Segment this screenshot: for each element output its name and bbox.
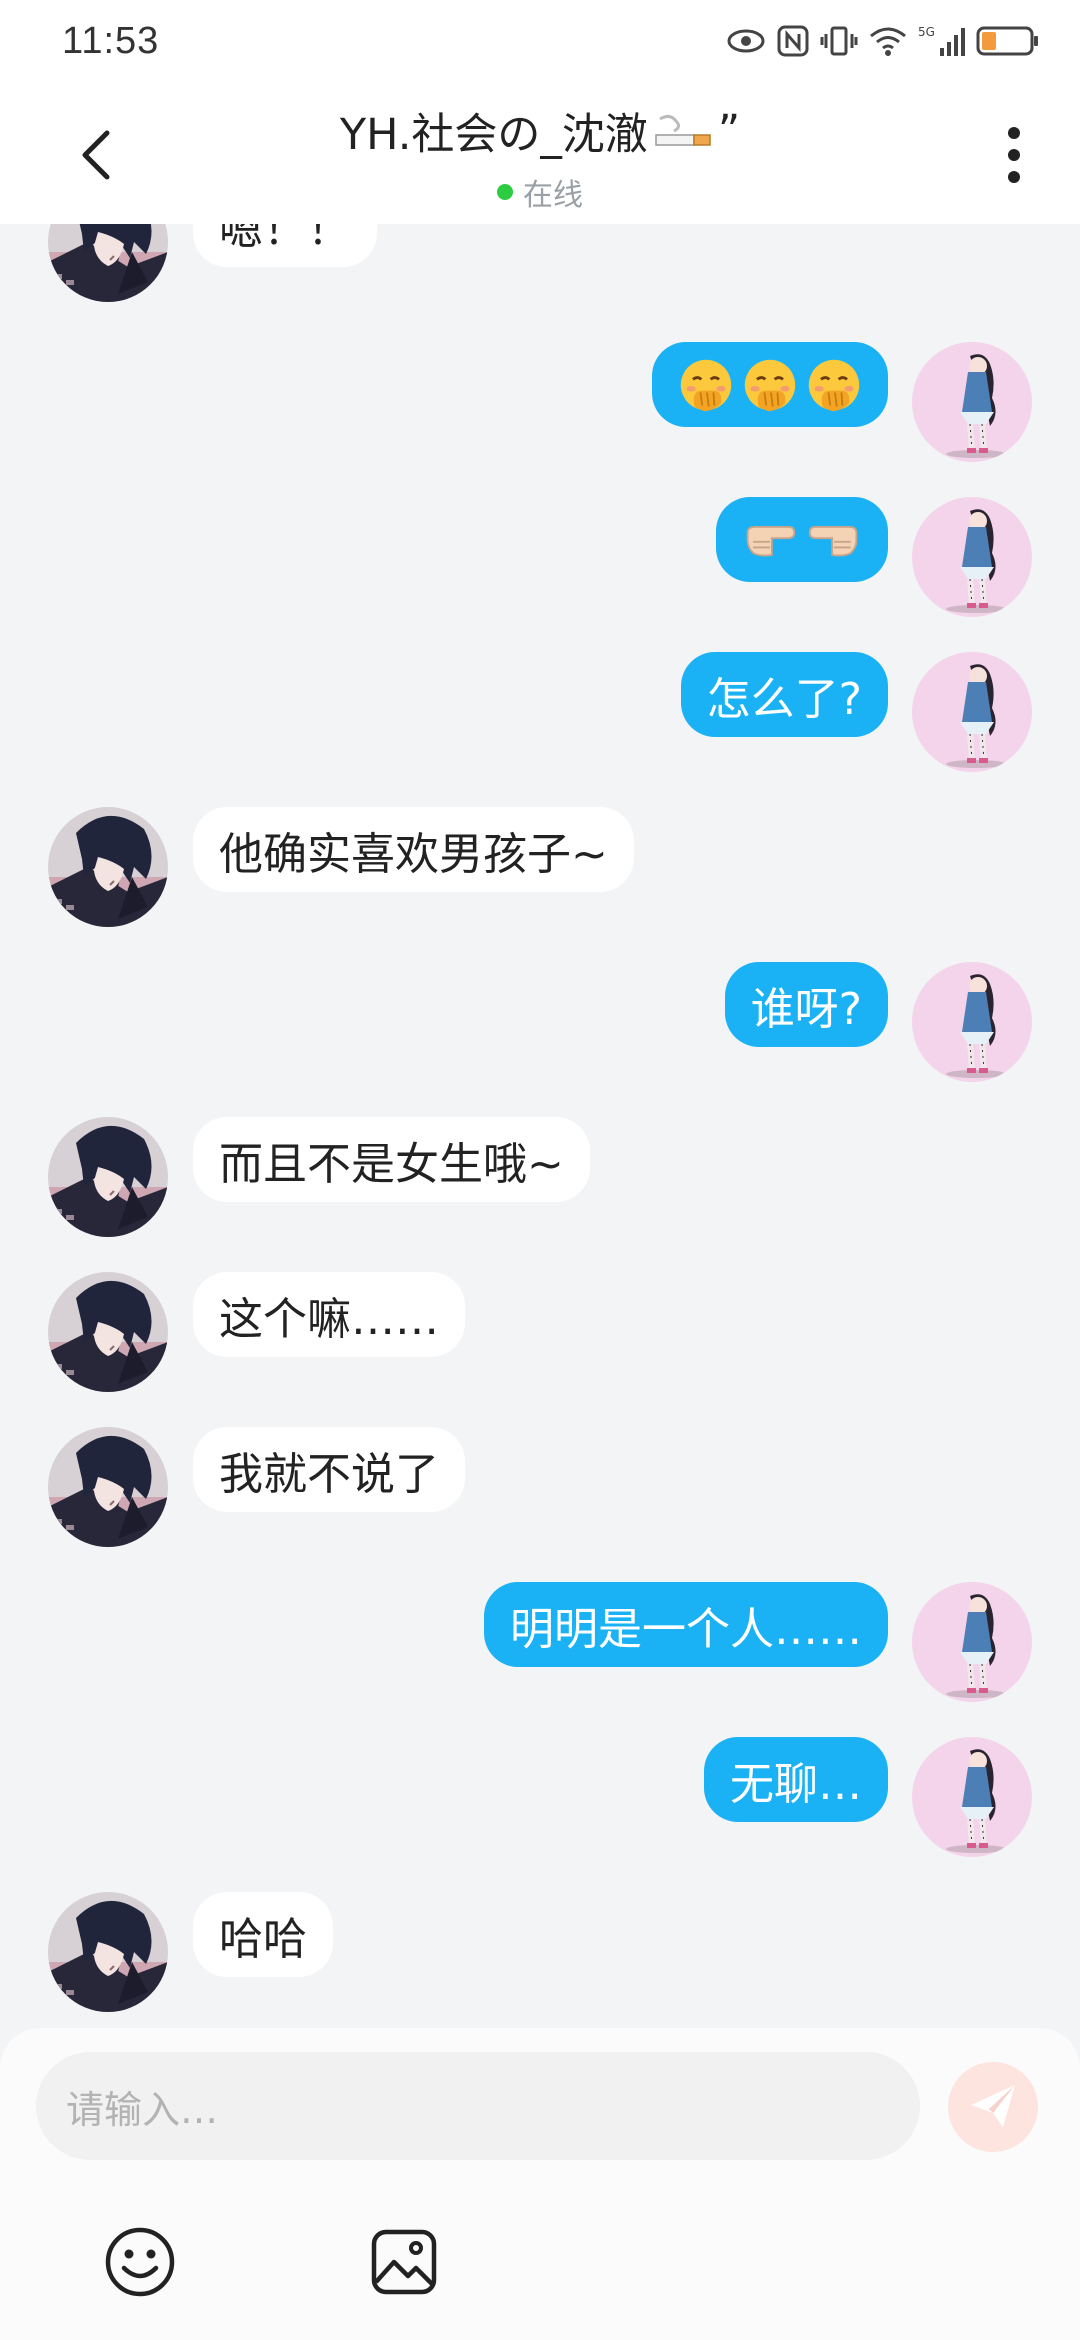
- message-text: 这个嘛……: [219, 1293, 439, 1345]
- message-row: 而且不是女生哦~: [0, 1117, 1080, 1237]
- eye-icon: [726, 26, 766, 56]
- my-avatar[interactable]: [912, 652, 1032, 772]
- contact-name: YH.社会の_沈澈 ”: [340, 100, 740, 162]
- message-input-placeholder: 请输入…: [66, 2087, 219, 2132]
- message-bubble[interactable]: 他确实喜欢男孩子~: [193, 807, 634, 892]
- message-bubble[interactable]: 无聊…: [704, 1737, 888, 1822]
- vibrate-icon: [820, 24, 858, 58]
- wifi-icon: [868, 25, 908, 57]
- my-avatar[interactable]: [912, 497, 1032, 617]
- message-row: 无聊…: [0, 1737, 1080, 1857]
- message-bubble[interactable]: 谁呀?: [724, 962, 888, 1047]
- cigarette-icon: [655, 114, 711, 146]
- message-text: 而且不是女生哦~: [219, 1138, 564, 1190]
- smiley-icon: [105, 2227, 175, 2297]
- message-row: 他确实喜欢男孩子~: [0, 807, 1080, 927]
- message-text: 哈哈: [219, 1913, 307, 1965]
- my-avatar[interactable]: [912, 1582, 1032, 1702]
- message-text: 谁呀?: [750, 983, 862, 1035]
- message-row: [0, 342, 1080, 462]
- contact-name-suffix: ”: [717, 106, 741, 156]
- my-avatar[interactable]: [912, 962, 1032, 1082]
- message-text: 我就不说了: [219, 1448, 439, 1500]
- message-input[interactable]: 请输入…: [36, 2052, 920, 2160]
- hand-over-mouth-emoji-icon: [806, 357, 862, 413]
- hand-over-mouth-emoji-icon: [742, 357, 798, 413]
- status-time: 11:53: [62, 19, 160, 62]
- contact-avatar[interactable]: [48, 807, 168, 927]
- contact-name-text: YH.社会の_沈澈: [339, 110, 648, 160]
- message-row: 我就不说了: [0, 1427, 1080, 1547]
- image-icon: [371, 2229, 437, 2295]
- message-bubble[interactable]: 哈哈: [193, 1892, 333, 1977]
- message-row: [0, 497, 1080, 617]
- message-text: 怎么了?: [706, 673, 862, 725]
- online-dot: [497, 184, 513, 200]
- image-button[interactable]: [362, 2220, 446, 2304]
- chat-header: YH.社会の_沈澈 ” 在线: [0, 82, 1080, 224]
- nfc-icon: [776, 24, 810, 58]
- contact-avatar[interactable]: [48, 1117, 168, 1237]
- battery-icon: [976, 25, 1040, 57]
- message-row: 这个嘛……: [0, 1272, 1080, 1392]
- contact-avatar[interactable]: [48, 1272, 168, 1392]
- svg-text:5G: 5G: [918, 25, 935, 39]
- message-row: 哈哈: [0, 1892, 1080, 2012]
- message-bubble[interactable]: 这个嘛……: [193, 1272, 465, 1357]
- my-avatar[interactable]: [912, 342, 1032, 462]
- more-options-button[interactable]: [984, 120, 1044, 190]
- hand-over-mouth-emoji-icon: [678, 357, 734, 413]
- message-text: 无聊…: [730, 1758, 862, 1810]
- status-bar: 11:53 5G: [0, 0, 1080, 82]
- message-bubble[interactable]: 而且不是女生哦~: [193, 1117, 590, 1202]
- more-vertical-icon: [1008, 127, 1020, 183]
- message-row: 明明是一个人……: [0, 1582, 1080, 1702]
- chat-screen: 11:53 5G YH.社会の_沈澈 ” 在线 嗯！！ 怎么了? 他确实喜欢男孩…: [0, 0, 1080, 2340]
- my-avatar[interactable]: [912, 1737, 1032, 1857]
- send-icon: [971, 2085, 1015, 2127]
- contact-avatar[interactable]: [48, 1892, 168, 2012]
- message-text: 他确实喜欢男孩子~: [219, 828, 608, 880]
- header-title-area: YH.社会の_沈澈 ” 在线: [0, 100, 1080, 214]
- emoji-button[interactable]: [98, 2220, 182, 2304]
- message-bubble[interactable]: 怎么了?: [680, 652, 888, 737]
- presence-text: 在线: [523, 178, 583, 213]
- composer: 请输入…: [0, 2028, 1080, 2340]
- send-button[interactable]: [948, 2062, 1038, 2152]
- pointing-left-emoji-icon: [806, 512, 862, 568]
- message-bubble[interactable]: [716, 497, 888, 582]
- signal-5g-icon: 5G: [918, 24, 966, 58]
- status-icons: 5G: [726, 24, 1040, 58]
- contact-avatar[interactable]: [48, 1427, 168, 1547]
- message-row: 怎么了?: [0, 652, 1080, 772]
- presence-status: 在线: [0, 170, 1080, 214]
- message-text: 明明是一个人……: [510, 1603, 862, 1655]
- message-list[interactable]: 嗯！！ 怎么了? 他确实喜欢男孩子~ 谁呀? 而且不是女生哦~ 这个嘛…… 我就…: [0, 182, 1080, 2024]
- message-row: 谁呀?: [0, 962, 1080, 1082]
- message-bubble[interactable]: [652, 342, 888, 427]
- message-bubble[interactable]: 明明是一个人……: [484, 1582, 888, 1667]
- message-bubble[interactable]: 我就不说了: [193, 1427, 465, 1512]
- pointing-right-emoji-icon: [742, 512, 798, 568]
